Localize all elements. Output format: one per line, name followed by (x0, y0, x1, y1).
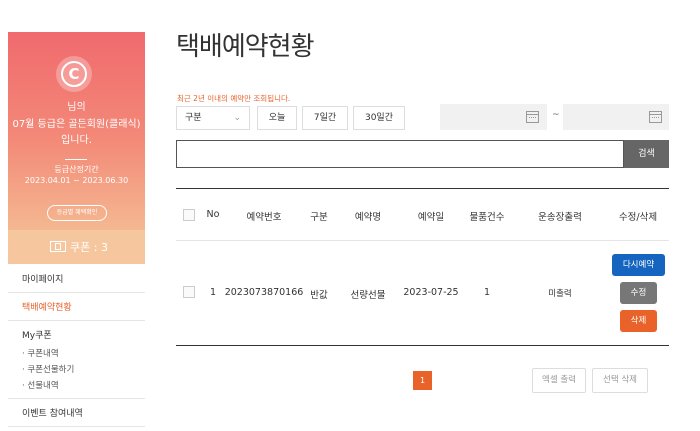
select-all-checkbox[interactable] (183, 209, 195, 221)
sidebar-item-my-coupon[interactable]: My쿠폰 (22, 328, 52, 341)
type-select-value: 구분 (185, 113, 202, 123)
grade-logo-icon: C (56, 56, 92, 92)
menu-divider (8, 292, 145, 293)
coupon-icon (50, 241, 66, 252)
search-input[interactable] (176, 140, 624, 168)
table-bottom-border (176, 345, 669, 346)
30-days-button[interactable]: 30일간 (353, 106, 405, 130)
table-header-divider (176, 240, 669, 241)
row-item-count: 1 (483, 287, 491, 298)
today-button[interactable]: 오늘 (257, 106, 297, 130)
column-header-type: 구분 (310, 212, 328, 223)
table-top-border (176, 188, 669, 189)
grade-line: 07월 등급은 골든회원(클래식) (12, 119, 141, 130)
sidebar-item-reservation-status[interactable]: 택배예약현황 (22, 300, 72, 313)
column-header-waybill: 운송장출력 (538, 212, 582, 223)
sidebar-item-mypage[interactable]: 마이페이지 (22, 272, 63, 285)
page-title: 택배예약현황 (176, 32, 315, 62)
column-header-reservation-no: 예약번호 (246, 212, 282, 223)
chevron-down-icon: ⌄ (233, 113, 241, 123)
grade-suffix: 입니다. (61, 135, 92, 146)
search-button[interactable]: 검색 (624, 140, 669, 168)
row-type: 반값 (310, 290, 328, 301)
sidebar-subitem-gift-list[interactable]: · 선물내역 (22, 379, 59, 391)
7-days-button[interactable]: 7일간 (302, 106, 348, 130)
sidebar-subitem-coupon-list[interactable]: · 쿠폰내역 (22, 347, 59, 359)
grade-divider (65, 159, 87, 160)
grade-user-line: 님의 (67, 102, 86, 113)
coupon-count: 쿠폰 : 3 (70, 241, 108, 254)
calendar-icon[interactable] (649, 111, 662, 123)
column-header-date: 예약일 (417, 212, 445, 223)
end-date-input[interactable] (563, 104, 669, 130)
sidebar-subitem-coupon-gift[interactable]: · 쿠폰선물하기 (22, 363, 74, 375)
column-header-name: 예약명 (354, 212, 382, 223)
date-range-separator: ~ (552, 110, 560, 120)
row-waybill-status: 미출력 (548, 289, 572, 299)
delete-button[interactable]: 삭제 (620, 310, 657, 332)
menu-divider (8, 398, 145, 399)
period-value: 2023.04.01 ~ 2023.06.30 (24, 176, 129, 185)
column-header-item-count: 물품건수 (469, 212, 505, 223)
calendar-icon[interactable] (526, 111, 539, 123)
sidebar: C 님의 07월 등급은 골든회원(클래식) 입니다. 등급산정기간 2023.… (8, 32, 145, 431)
row-no: 1 (209, 287, 217, 298)
period-notice: 최근 2년 이내의 예약만 조회됩니다. (177, 94, 291, 103)
coupon-bar[interactable]: 쿠폰 : 3 (8, 230, 145, 264)
pagination-page-current[interactable]: 1 (413, 371, 432, 390)
row-reservation-no[interactable]: 2023073870166 (225, 287, 304, 298)
row-checkbox[interactable] (183, 286, 195, 298)
re-reserve-button[interactable]: 다시예약 (612, 254, 665, 276)
menu-divider (8, 426, 145, 427)
row-date: 2023-07-25 (403, 287, 459, 298)
column-header-edit-delete: 수정/삭제 (618, 212, 658, 223)
row-name: 선량선물 (350, 290, 386, 301)
edit-button[interactable]: 수정 (620, 282, 657, 304)
period-label: 등급산정기간 (54, 165, 99, 174)
delete-selected-button[interactable]: 선택 삭제 (592, 368, 648, 393)
column-header-no: No (206, 209, 220, 220)
sidebar-item-event[interactable]: 이벤트 참여내역 (22, 406, 83, 419)
grade-benefit-button[interactable]: 등급별 혜택확인 (47, 205, 107, 221)
excel-export-button[interactable]: 엑셀 출력 (532, 368, 586, 393)
menu-divider (8, 320, 145, 321)
start-date-input[interactable] (440, 104, 547, 130)
grade-panel: C 님의 07월 등급은 골든회원(클래식) 입니다. 등급산정기간 2023.… (8, 32, 145, 230)
type-select[interactable]: 구분 ⌄ (176, 106, 250, 130)
